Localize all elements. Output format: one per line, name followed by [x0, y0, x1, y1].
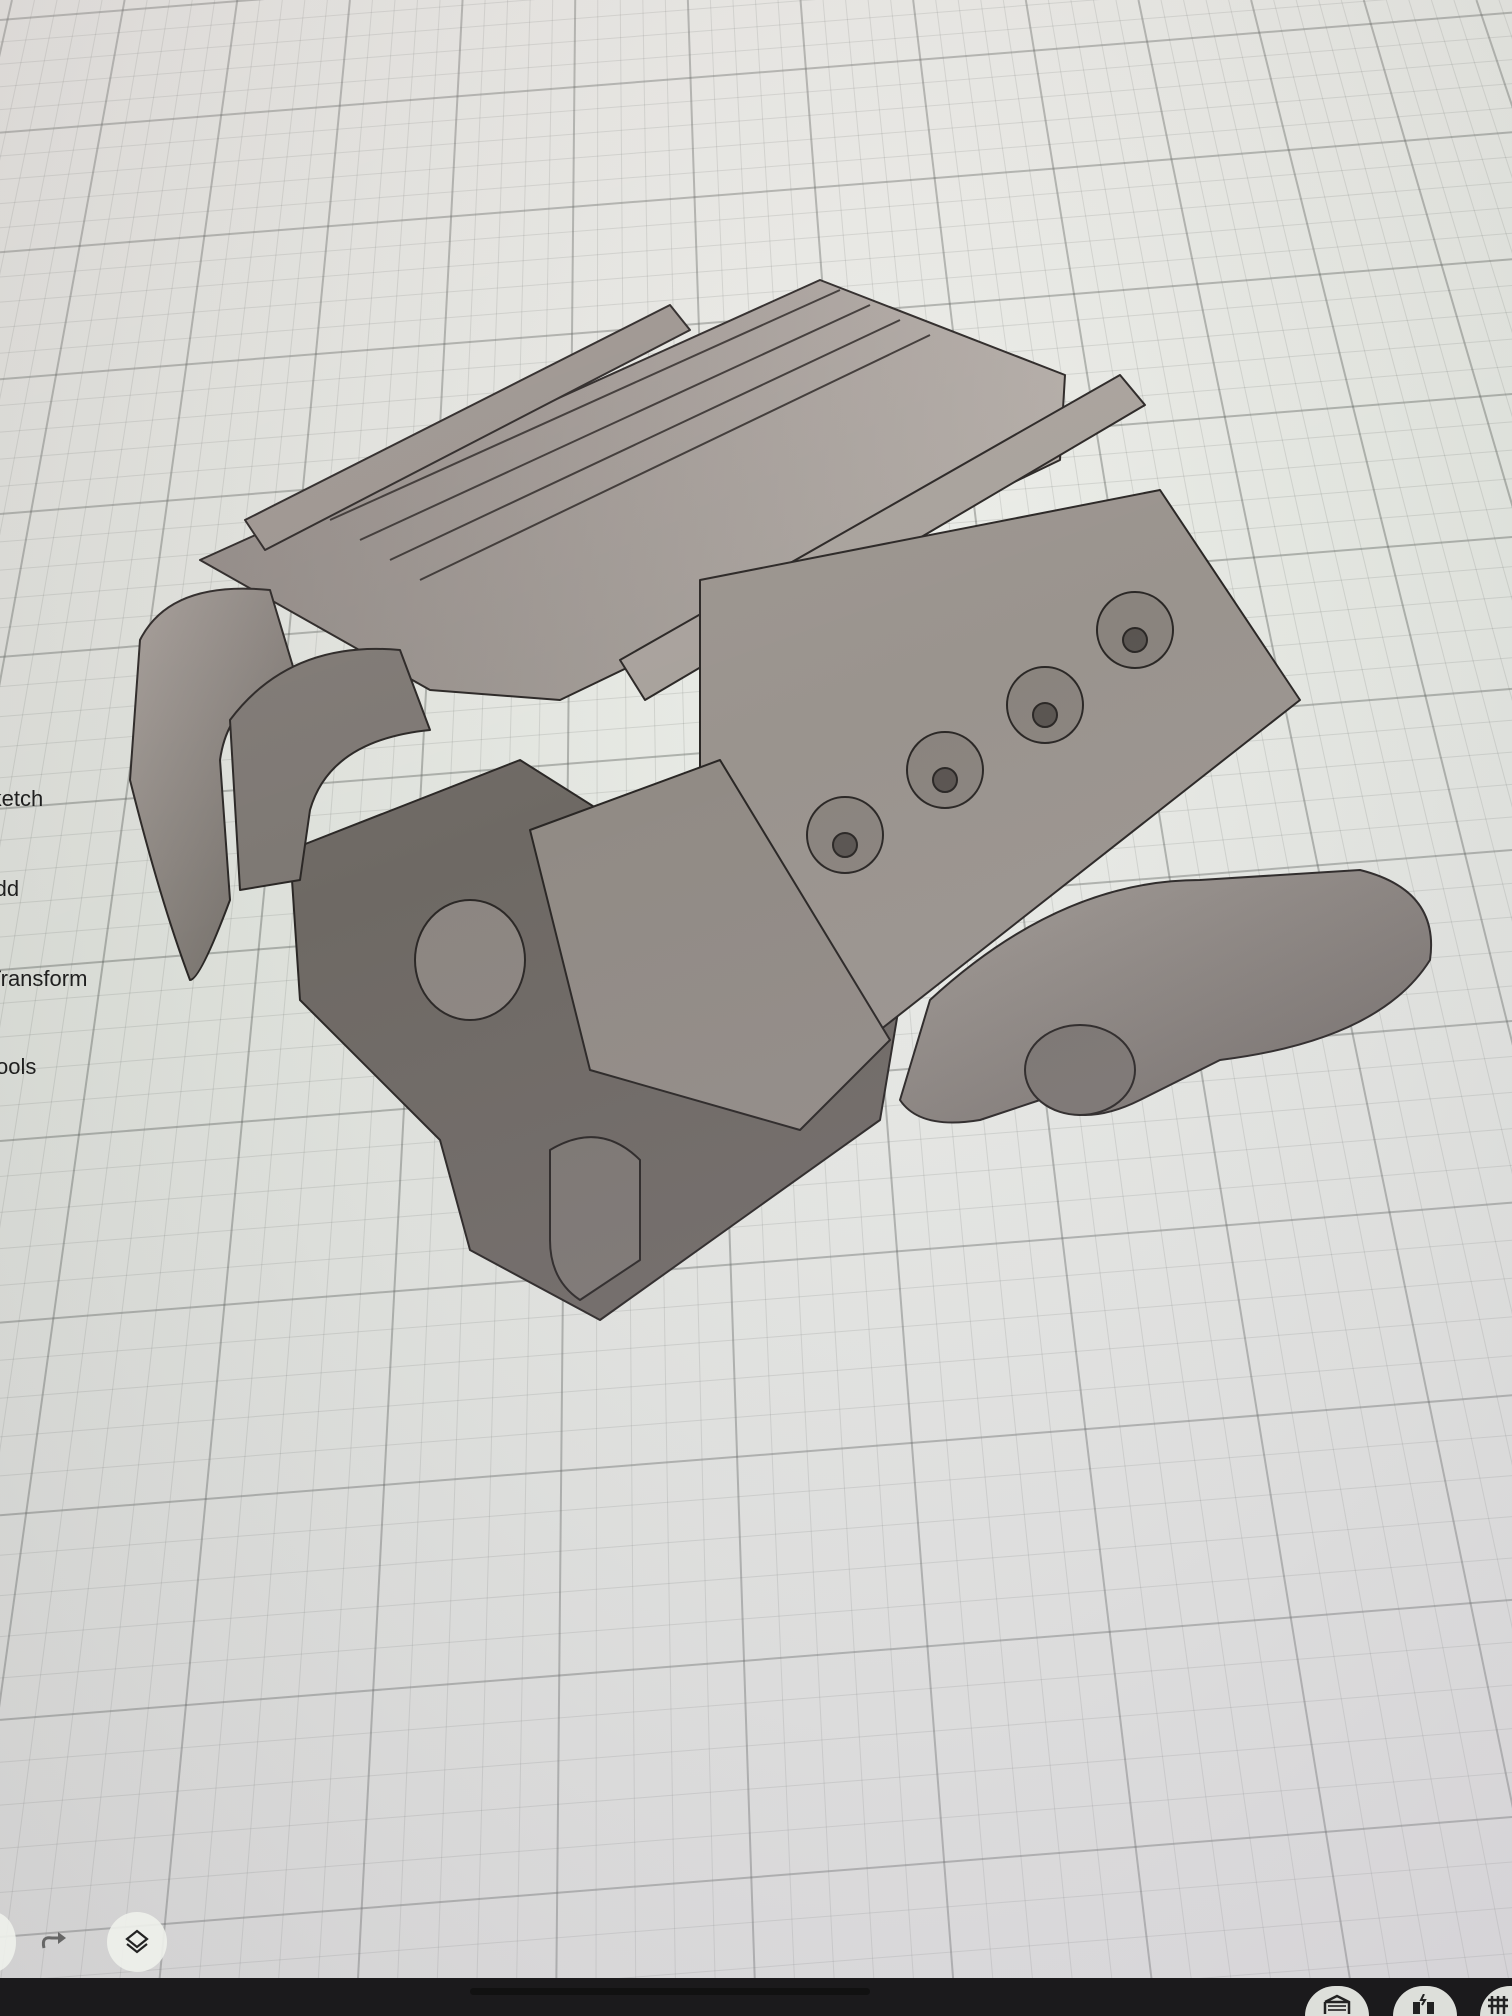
- home-indicator[interactable]: [470, 1988, 870, 1995]
- menu-item-sketch[interactable]: Sketch: [0, 786, 43, 812]
- layers-icon: [125, 1929, 149, 1954]
- view-cube-icon: [1323, 1994, 1351, 2014]
- timing-cover: [414, 899, 526, 1021]
- redo-button[interactable]: [38, 1930, 70, 1957]
- layers-button[interactable]: [107, 1912, 167, 1972]
- 3d-viewport[interactable]: Sketch Add Transform Tools: [0, 0, 1512, 2016]
- engine-model[interactable]: [0, 0, 1512, 2016]
- redo-icon: [41, 1932, 66, 1949]
- device-bezel: [0, 1978, 1512, 2016]
- settings-icon: [1488, 1996, 1508, 2014]
- menu-item-tools[interactable]: Tools: [0, 1054, 36, 1080]
- exhaust-outlet: [1024, 1024, 1136, 1116]
- menu-item-add[interactable]: Add: [0, 876, 19, 902]
- menu-item-transform[interactable]: Transform: [0, 966, 87, 992]
- snap-icon: [1413, 1994, 1434, 2014]
